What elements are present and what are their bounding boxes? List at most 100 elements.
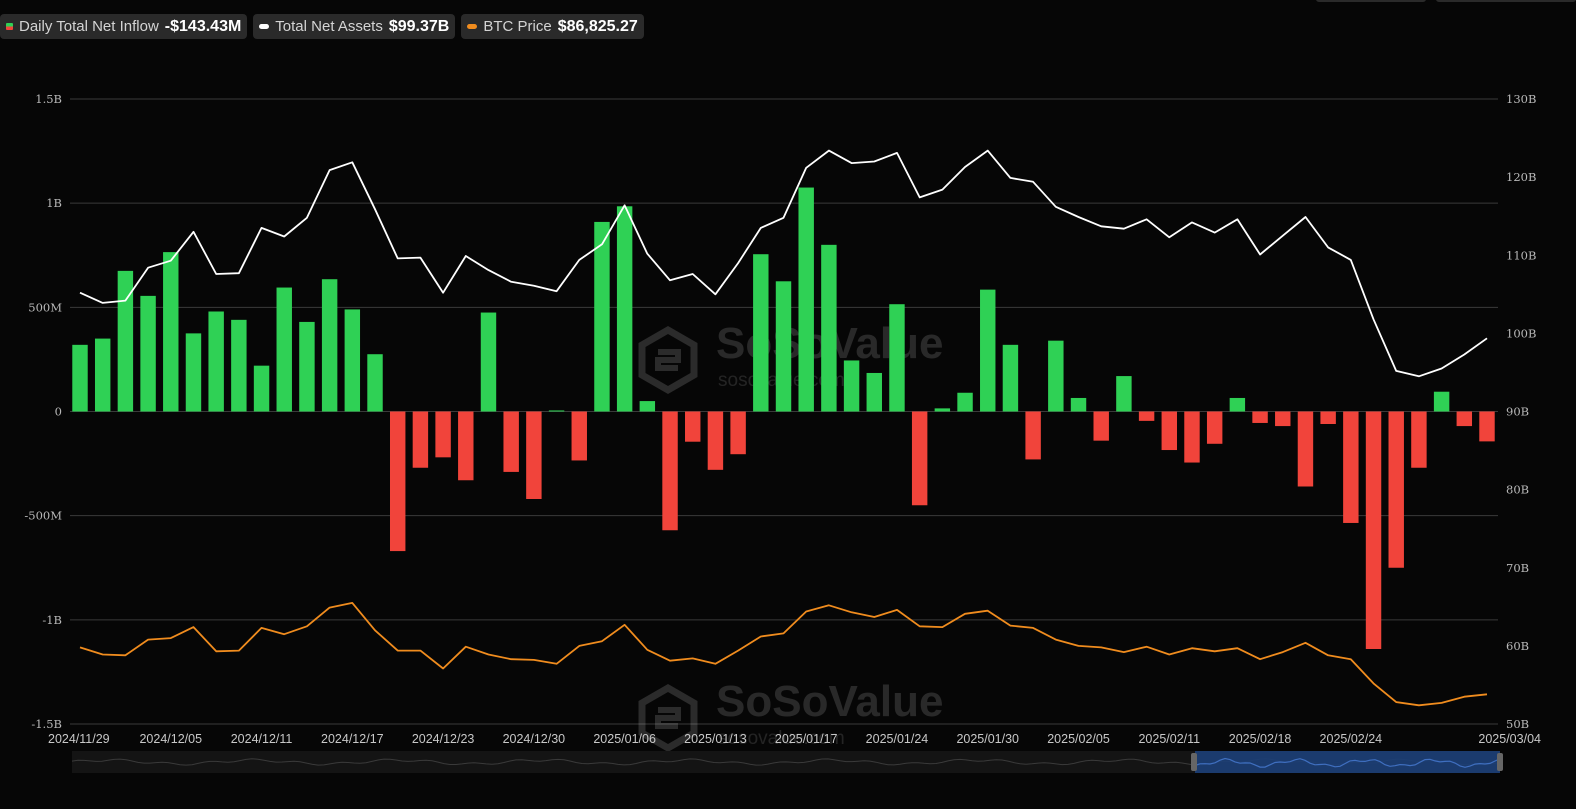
inflow-bar <box>1275 411 1291 427</box>
left-axis-tick: 1.5B <box>35 92 62 106</box>
inflow-bar <box>889 304 905 412</box>
right-axis-tick: 80B <box>1506 483 1529 497</box>
range-navigator[interactable] <box>71 751 1503 773</box>
inflow-bar <box>72 344 88 412</box>
inflow-bar <box>94 338 111 412</box>
left-axis: 1.5B 1B 500M 0 -500M -1B -1.5B <box>24 92 62 731</box>
right-axis-tick: 120B <box>1506 170 1536 184</box>
inflow-bar <box>594 221 610 412</box>
inflow-bar <box>458 411 474 481</box>
inflow-bar <box>480 312 497 412</box>
inflow-bar <box>344 309 361 412</box>
inflow-bar <box>685 411 701 442</box>
inflow-bar <box>980 289 996 412</box>
x-axis-tick: 2024/11/29 <box>48 732 110 746</box>
inflow-bar <box>1048 340 1064 412</box>
series-lines <box>79 149 1488 707</box>
inflow-bar <box>1116 376 1132 412</box>
left-axis-tick: 1B <box>46 196 62 210</box>
inflow-bar <box>707 411 724 470</box>
x-axis-tick: 2025/01/30 <box>956 732 1019 746</box>
etf-flow-chart: SoSoValuesosovalue.comSoSoValuesosovalue… <box>24 92 1541 773</box>
inflow-bar <box>140 295 156 412</box>
navigator-handle-right <box>1497 753 1503 771</box>
inflow-bar <box>503 411 519 472</box>
inflow-bar <box>1161 411 1178 451</box>
left-axis-tick: 0 <box>55 405 62 419</box>
inflow-bar <box>1093 411 1109 441</box>
right-axis-tick: 110B <box>1506 248 1536 262</box>
inflow-bar <box>1070 397 1087 412</box>
right-axis-tick: 130B <box>1506 92 1536 106</box>
inflow-bars <box>72 187 1495 649</box>
inflow-bar <box>367 354 383 412</box>
inflow-bar <box>1002 344 1019 412</box>
inflow-bar <box>662 411 678 531</box>
inflow-bar <box>911 411 928 506</box>
inflow-bar <box>1184 411 1200 463</box>
left-axis-tick: -1.5B <box>31 717 62 731</box>
inflow-bar <box>548 410 565 412</box>
x-axis: 2024/11/29 2024/12/05 2024/12/11 2024/12/17… <box>48 732 1541 746</box>
x-axis-tick: 2025/02/24 <box>1320 732 1383 746</box>
right-axis-tick: 60B <box>1506 639 1529 653</box>
inflow-bar <box>1433 391 1450 412</box>
x-axis-tick: 2024/12/05 <box>139 732 202 746</box>
inflow-bar <box>798 187 814 412</box>
inflow-bar <box>753 254 769 412</box>
inflow-bar <box>1138 411 1155 421</box>
x-axis-tick: 2025/02/05 <box>1047 732 1110 746</box>
navigator-handle-left <box>1191 753 1197 771</box>
inflow-bar <box>843 360 860 412</box>
right-axis-tick: 50B <box>1506 717 1529 731</box>
inflow-bar <box>775 281 792 412</box>
inflow-bar <box>934 408 951 412</box>
inflow-bar <box>412 411 429 468</box>
inflow-bar <box>299 321 315 412</box>
left-axis-tick: -500M <box>24 509 62 523</box>
inflow-bar <box>1252 411 1268 423</box>
inflow-bar <box>1479 411 1495 442</box>
inflow-bar <box>163 252 179 412</box>
x-axis-tick: 2025/03/04 <box>1478 732 1541 746</box>
left-axis-tick: 500M <box>28 300 62 314</box>
x-axis-tick: 2025/01/13 <box>684 732 747 746</box>
inflow-bar <box>1320 411 1336 424</box>
inflow-bar <box>957 392 973 412</box>
x-axis-tick: 2025/01/06 <box>593 732 656 746</box>
x-axis-tick: 2024/12/30 <box>503 732 566 746</box>
x-axis-tick: 2024/12/11 <box>231 732 293 746</box>
inflow-bar <box>526 411 542 499</box>
x-axis-tick: 2025/02/11 <box>1138 732 1200 746</box>
inflow-bar <box>1456 411 1473 427</box>
inflow-bar <box>1297 411 1314 487</box>
inflow-bar <box>1365 411 1382 649</box>
inflow-bar <box>1411 411 1427 468</box>
inflow-bar <box>208 311 224 412</box>
right-axis-tick: 90B <box>1506 405 1529 419</box>
watermark-brand: SoSoValue <box>716 677 943 726</box>
inflow-bar <box>389 411 406 552</box>
inflow-bar <box>253 365 270 412</box>
inflow-bar <box>730 411 746 455</box>
inflow-bar <box>435 411 451 458</box>
right-axis: 130B 120B 110B 100B 90B 80B 70B 60B 50B <box>1506 92 1536 731</box>
right-axis-tick: 70B <box>1506 561 1529 575</box>
inflow-bar <box>276 287 292 412</box>
x-axis-tick: 2025/01/24 <box>866 732 929 746</box>
x-axis-tick: 2024/12/17 <box>321 732 384 746</box>
logo-mark <box>655 707 681 729</box>
x-axis-tick: 2025/02/18 <box>1229 732 1292 746</box>
right-axis-tick: 100B <box>1506 326 1536 340</box>
inflow-bar <box>1025 411 1041 460</box>
x-axis-tick: 2025/01/17 <box>775 732 838 746</box>
inflow-bar <box>1343 411 1359 523</box>
left-axis-tick: -1B <box>42 613 62 627</box>
inflow-bar <box>321 279 338 412</box>
inflow-bar <box>1388 411 1404 568</box>
inflow-bar <box>571 411 587 461</box>
inflow-bar <box>821 244 837 412</box>
inflow-bar <box>639 401 656 412</box>
x-axis-tick: 2024/12/23 <box>412 732 475 746</box>
inflow-bar <box>1229 397 1246 412</box>
